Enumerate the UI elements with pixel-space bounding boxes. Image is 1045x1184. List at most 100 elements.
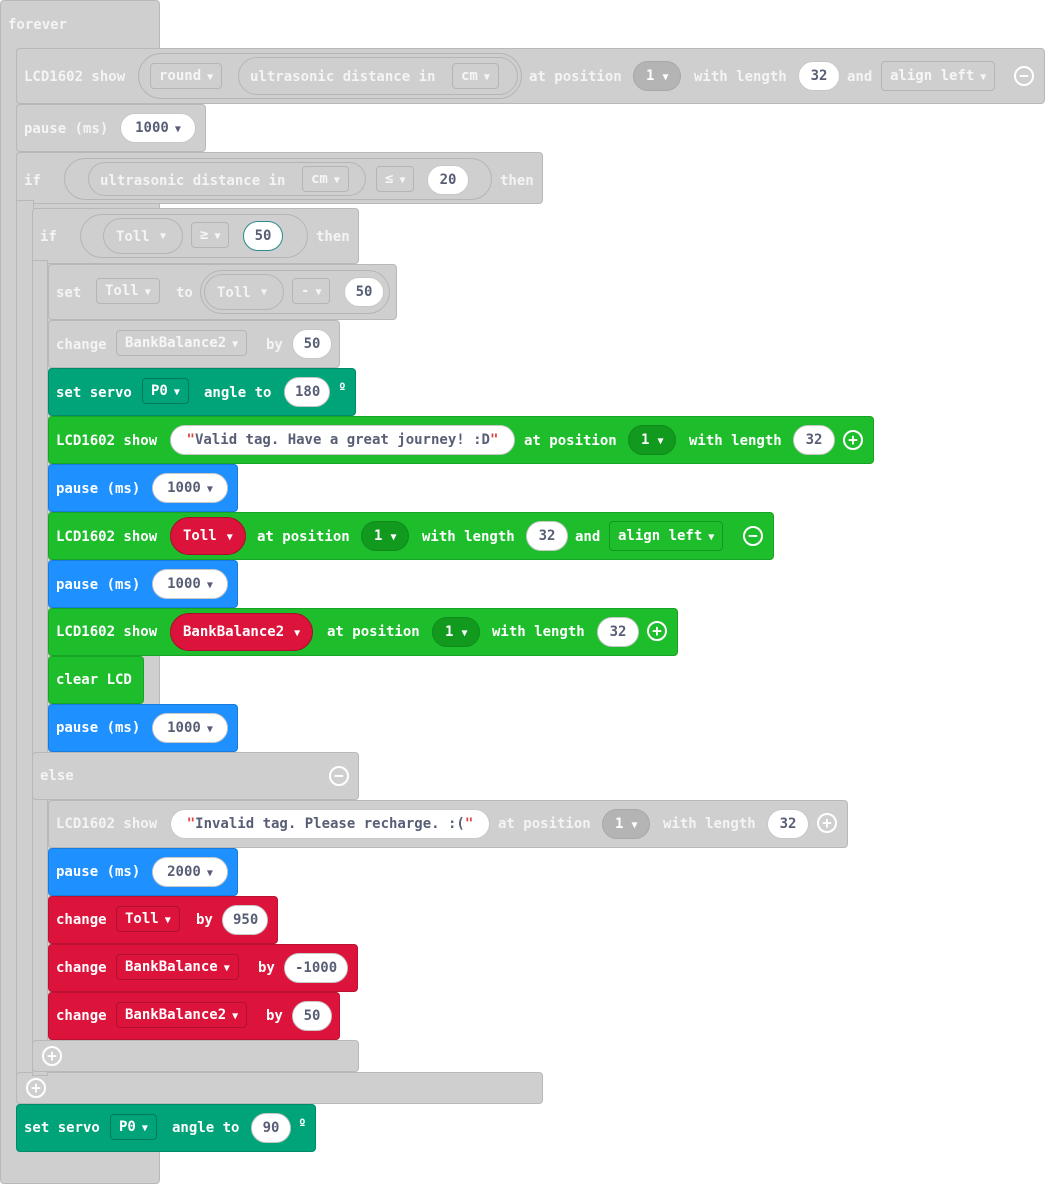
block-label: clear LCD <box>56 672 132 688</box>
if-block-footer[interactable] <box>16 1072 543 1104</box>
position-dropdown[interactable]: 1 ▼ <box>602 809 651 839</box>
threshold-input[interactable]: 20 <box>427 165 469 195</box>
plus-circle-icon[interactable]: + <box>843 430 863 450</box>
toll-variable-reporter[interactable]: Toll ▼ <box>170 517 246 555</box>
block-label: with length <box>689 433 782 449</box>
length-input[interactable]: 32 <box>767 809 809 839</box>
block-label: ultrasonic distance in <box>100 173 286 189</box>
text-input[interactable]: "Invalid tag. Please recharge. :(" <box>170 809 490 839</box>
position-dropdown[interactable]: 1 ▼ <box>628 425 677 455</box>
angle-input[interactable]: 180 <box>284 377 330 407</box>
if-else-footer[interactable] <box>32 1040 359 1072</box>
else-label: else <box>40 768 74 784</box>
value-input[interactable]: 950 <box>222 905 268 935</box>
variable-dropdown[interactable]: BankBalance2 ▼ <box>116 1002 248 1028</box>
caret-down-icon: ▼ <box>206 724 213 735</box>
plus-circle-icon[interactable]: + <box>647 621 667 641</box>
plus-circle-icon[interactable]: + <box>26 1078 46 1098</box>
value-input[interactable]: 50 <box>344 277 384 307</box>
caret-down-icon: ▼ <box>207 72 214 83</box>
forever-label: forever <box>8 17 68 33</box>
pin-dropdown[interactable]: P0 ▼ <box>110 1114 157 1140</box>
variable-dropdown[interactable]: Toll ▼ <box>96 278 160 304</box>
pause-dropdown[interactable]: 2000 ▼ <box>152 857 228 887</box>
block-label: at position <box>257 529 350 545</box>
block-label: by <box>266 1008 283 1024</box>
caret-down-icon: ▼ <box>214 231 221 242</box>
pause-dropdown[interactable]: 1000 ▼ <box>152 569 228 599</box>
pin-dropdown[interactable]: P0 ▼ <box>142 378 189 404</box>
block-label: Toll <box>116 229 150 245</box>
block-label: set servo <box>56 385 132 401</box>
block-label: then <box>500 173 534 189</box>
pause-dropdown[interactable]: 1000 ▼ <box>120 113 196 143</box>
caret-down-icon: ▼ <box>164 915 171 926</box>
angle-input[interactable]: 90 <box>251 1113 291 1143</box>
block-label: LCD1602 show <box>56 816 158 832</box>
operator-dropdown[interactable]: ≥ ▼ <box>191 222 230 248</box>
variable-dropdown[interactable]: Toll ▼ <box>116 906 180 932</box>
position-dropdown[interactable]: 1 ▼ <box>432 617 481 647</box>
block-label: with length <box>694 69 787 85</box>
align-dropdown[interactable]: align left ▼ <box>881 61 996 91</box>
caret-down-icon: ▼ <box>226 532 233 543</box>
block-label: at position <box>529 69 622 85</box>
caret-down-icon: ▼ <box>483 72 490 83</box>
plus-circle-icon[interactable]: + <box>42 1046 62 1066</box>
block-label: angle to <box>172 1120 240 1136</box>
caret-down-icon: ▼ <box>261 287 268 298</box>
plus-circle-icon[interactable]: + <box>817 813 837 833</box>
block-label: change <box>56 960 107 976</box>
length-input[interactable]: 32 <box>793 425 835 455</box>
minus-circle-icon[interactable]: − <box>329 766 349 786</box>
value-input[interactable]: 50 <box>292 329 332 359</box>
caret-down-icon: ▼ <box>232 1011 239 1022</box>
minus-circle-icon[interactable]: − <box>743 526 763 546</box>
block-label: to <box>176 285 193 301</box>
position-dropdown[interactable]: 1 ▼ <box>361 521 410 551</box>
block-label: by <box>258 960 275 976</box>
caret-down-icon: ▼ <box>662 72 669 83</box>
round-dropdown[interactable]: round ▼ <box>150 63 223 89</box>
unit-dropdown[interactable]: cm ▼ <box>452 63 499 89</box>
block-label: pause (ms) <box>56 481 141 497</box>
caret-down-icon: ▼ <box>206 580 213 591</box>
length-input[interactable]: 32 <box>526 521 568 551</box>
value-input[interactable]: 50 <box>292 1001 332 1031</box>
bankbalance2-variable-reporter[interactable]: BankBalance2 ▼ <box>170 613 314 651</box>
pause-dropdown[interactable]: 1000 ▼ <box>152 473 228 503</box>
text-input[interactable]: "Valid tag. Have a great journey! :D" <box>170 425 515 455</box>
block-label: at position <box>524 433 617 449</box>
length-input[interactable]: 32 <box>798 61 840 91</box>
caret-down-icon: ▼ <box>315 287 322 298</box>
block-label: by <box>266 337 283 353</box>
align-dropdown[interactable]: align left ▼ <box>609 521 724 551</box>
block-label: angle to <box>204 385 272 401</box>
block-label: set <box>56 285 82 301</box>
caret-down-icon: ▼ <box>461 628 468 639</box>
block-label: by <box>196 912 213 928</box>
variable-dropdown[interactable]: BankBalance ▼ <box>116 954 239 980</box>
operator-dropdown[interactable]: ≤ ▼ <box>376 166 415 192</box>
caret-down-icon: ▼ <box>160 231 167 242</box>
operator-dropdown[interactable]: - ▼ <box>292 278 331 304</box>
else-section[interactable] <box>32 752 359 800</box>
pause-dropdown[interactable]: 1000 ▼ <box>152 713 228 743</box>
length-input[interactable]: 32 <box>597 617 639 647</box>
block-label: LCD1602 show <box>56 624 158 640</box>
unit-dropdown[interactable]: cm ▼ <box>302 166 349 192</box>
block-label: pause (ms) <box>56 577 141 593</box>
variable-dropdown[interactable]: BankBalance2 ▼ <box>116 330 248 356</box>
block-label: LCD1602 show <box>56 433 158 449</box>
caret-down-icon: ▼ <box>333 175 340 186</box>
block-label: change <box>56 912 107 928</box>
caret-down-icon: ▼ <box>232 339 239 350</box>
block-label: change <box>56 1008 107 1024</box>
value-input[interactable]: -1000 <box>284 953 348 983</box>
minus-circle-icon[interactable]: − <box>1014 66 1034 86</box>
block-label: and <box>575 529 601 545</box>
value-input[interactable]: 50 <box>243 221 283 251</box>
block-label: change <box>56 337 107 353</box>
block-label: LCD1602 show <box>24 69 126 85</box>
position-dropdown[interactable]: 1 ▼ <box>633 61 682 91</box>
